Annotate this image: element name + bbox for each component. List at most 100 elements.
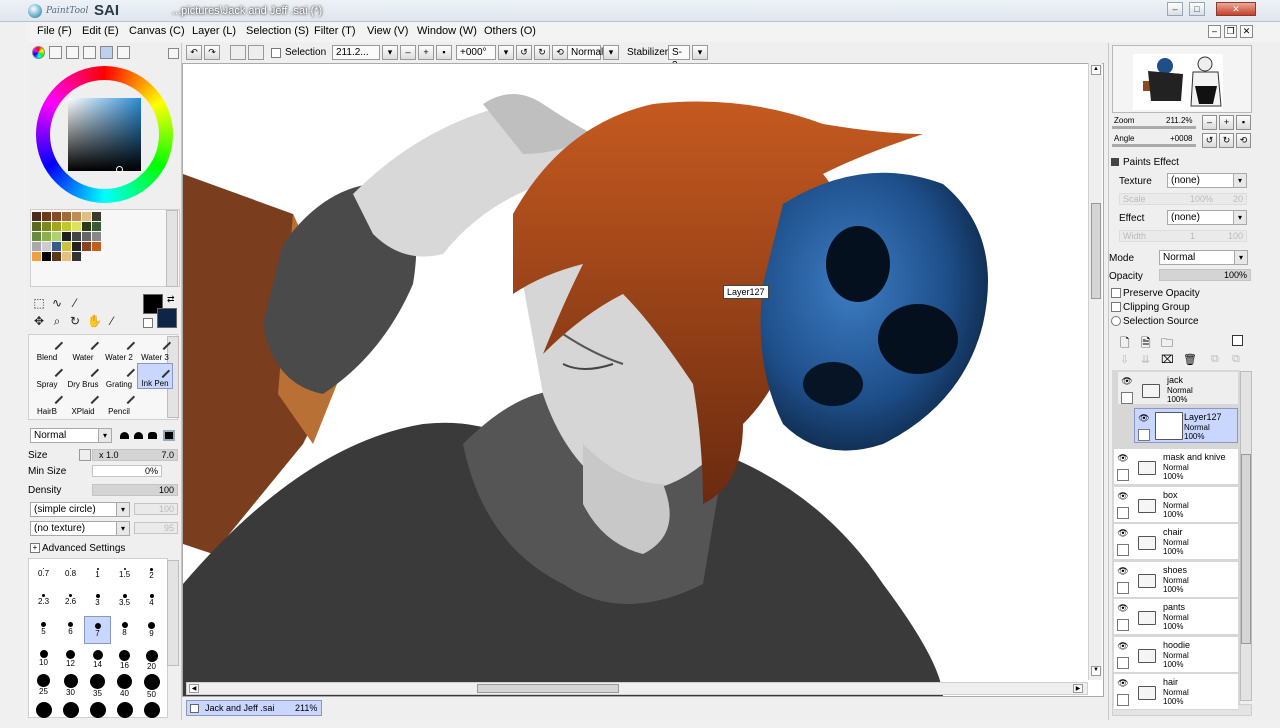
brush-shape-presets[interactable] [118, 430, 178, 442]
panel-toggle-icon[interactable] [168, 48, 179, 59]
new-folder-icon[interactable]: 🗀 [1161, 334, 1173, 355]
lock-icon[interactable] [1138, 429, 1150, 441]
brush-size-preset[interactable] [138, 700, 165, 728]
color-swatch[interactable] [82, 222, 91, 231]
brush-size-preset[interactable]: 7 [84, 616, 111, 644]
color-swatch[interactable] [32, 242, 41, 251]
horizontal-scroll-thumb[interactable] [477, 684, 619, 693]
layer-row[interactable]: 👁 shoes Normal 100% [1114, 561, 1238, 598]
vertical-scroll-thumb[interactable] [1091, 203, 1101, 299]
min-size-slider[interactable]: 0% [92, 465, 162, 477]
eye-icon[interactable]: 👁 [1121, 376, 1133, 386]
deselect-icon[interactable] [230, 45, 246, 60]
color-swatch[interactable] [32, 222, 41, 231]
brush-size-preset[interactable]: 3.5 [111, 588, 138, 616]
rect-select-icon[interactable]: ⬚ [32, 296, 46, 310]
color-swatch[interactable] [92, 242, 101, 251]
brush-size-preset[interactable] [111, 700, 138, 728]
eye-icon[interactable]: 👁 [1138, 413, 1150, 423]
brush-size-preset[interactable]: 16 [111, 644, 138, 672]
brush-size-preset[interactable]: 4 [138, 588, 165, 616]
effect-width-slider[interactable]: Width 1 100 [1119, 230, 1247, 242]
nav-zoom-in-icon[interactable]: + [1219, 115, 1234, 130]
brush-size-preset[interactable]: 20 [138, 644, 165, 672]
background-color[interactable] [157, 308, 177, 328]
magic-wand-icon[interactable]: ⁄ [68, 296, 82, 310]
menu-layer[interactable]: Layer (L) [192, 25, 236, 37]
brush-tool-pencil[interactable]: Pencil [101, 389, 137, 416]
layer-row[interactable]: 👁 hair Normal 100% [1114, 674, 1238, 710]
brush-size-preset[interactable] [30, 700, 57, 728]
layer-list-scrollbar[interactable] [1240, 371, 1252, 701]
stabilizer-dropdown-icon[interactable]: ▾ [692, 45, 708, 60]
color-swatch[interactable] [92, 212, 101, 221]
brush-size-preset[interactable]: 40 [111, 672, 138, 700]
lock-icon[interactable] [1117, 694, 1129, 706]
lock-icon[interactable] [1117, 656, 1129, 669]
size-multiplier-button[interactable] [79, 449, 91, 461]
lock-icon[interactable] [1117, 469, 1129, 481]
expand-icon[interactable]: + [30, 543, 40, 553]
color-swatch[interactable] [72, 242, 81, 251]
brush-size-preset[interactable]: 10 [30, 644, 57, 672]
rotate-reset-icon[interactable]: ⟲ [552, 45, 568, 60]
color-swatch[interactable] [52, 252, 61, 261]
color-swatch[interactable] [92, 232, 101, 241]
eye-icon[interactable]: 👁 [1117, 603, 1129, 613]
undo-icon[interactable]: ↶ [186, 45, 202, 60]
color-swatch[interactable] [42, 232, 51, 241]
brush-size-preset[interactable]: 0.8 [57, 560, 84, 588]
lock-icon[interactable] [1117, 506, 1129, 519]
document-tab[interactable]: Jack and Jeff .sai 211% [186, 700, 322, 716]
brush-tool-xplaid[interactable]: XPlaid [65, 389, 101, 416]
redo-icon[interactable]: ↷ [204, 45, 220, 60]
rotation-field[interactable]: +000° [456, 45, 496, 60]
lock-icon[interactable] [1117, 619, 1129, 631]
brush-tool-water-2[interactable]: Water 2 [101, 335, 137, 362]
brush-size-scrollbar[interactable] [167, 560, 179, 666]
menu-others[interactable]: Others (O) [484, 25, 536, 37]
color-swatch[interactable] [62, 222, 71, 231]
zoom-field[interactable]: 211.2... [332, 45, 380, 60]
brush-texture-dropdown[interactable]: (no texture) ▾ [30, 521, 130, 536]
swatch-scrollbar[interactable] [166, 210, 178, 287]
color-swatch[interactable] [32, 252, 41, 261]
color-swatch[interactable] [52, 242, 61, 251]
brush-tool-hairb[interactable]: HairB [29, 389, 65, 416]
lock-icon[interactable] [1121, 392, 1133, 404]
layer-row[interactable]: 👁 Layer127 Normal 100% [1134, 408, 1238, 443]
eye-icon[interactable]: 👁 [1117, 491, 1129, 501]
brush-size-preset[interactable]: 5 [30, 616, 57, 644]
brush-tool-water-3[interactable]: Water 3 [137, 335, 173, 362]
menu-canvas[interactable]: Canvas (C) [129, 25, 185, 37]
menu-window[interactable]: Window (W) [417, 25, 477, 37]
color-swatch[interactable] [52, 222, 61, 231]
texture-dropdown[interactable]: (none) ▾ [1167, 173, 1247, 188]
hand-icon[interactable]: ✋ [87, 314, 102, 328]
view-mode-dropdown-icon[interactable]: ▾ [603, 45, 619, 60]
new-layer-icon[interactable]: 🗋 [1120, 334, 1130, 355]
canvas-horizontal-scrollbar[interactable]: ◀ ▶ [186, 682, 1088, 695]
rotate-icon[interactable]: ↻ [68, 314, 82, 328]
color-swatch[interactable] [82, 242, 91, 251]
nav-rotate-reset-icon[interactable]: ⟲ [1236, 133, 1251, 148]
layer-row[interactable]: 👁 mask and knive Normal 100% [1114, 449, 1238, 485]
color-swatch[interactable] [52, 232, 61, 241]
mdi-minimize-button[interactable]: – [1208, 25, 1221, 38]
brush-size-preset[interactable]: 30 [57, 672, 84, 700]
brush-tool-spray[interactable]: Spray [29, 362, 65, 389]
navigator-preview[interactable] [1112, 45, 1252, 113]
color-wheel-icon[interactable] [32, 46, 45, 59]
layer-row[interactable]: 👁 pants Normal 100% [1114, 599, 1238, 635]
nav-zoom-out-icon[interactable]: – [1202, 115, 1217, 130]
brush-size-preset[interactable] [84, 700, 111, 728]
brush-size-preset[interactable]: 0.7 [30, 560, 57, 588]
color-swatch[interactable] [42, 242, 51, 251]
density-slider[interactable]: 100 [92, 484, 178, 496]
zoom-reset-icon[interactable]: ▪ [436, 45, 452, 60]
menu-filter[interactable]: Filter (T) [314, 25, 356, 37]
brush-tool-grating[interactable]: Grating [101, 362, 137, 389]
clipping-group-checkbox[interactable] [1111, 302, 1121, 312]
selection-checkbox[interactable] [271, 48, 281, 58]
lasso-icon[interactable]: ∿ [50, 296, 64, 310]
